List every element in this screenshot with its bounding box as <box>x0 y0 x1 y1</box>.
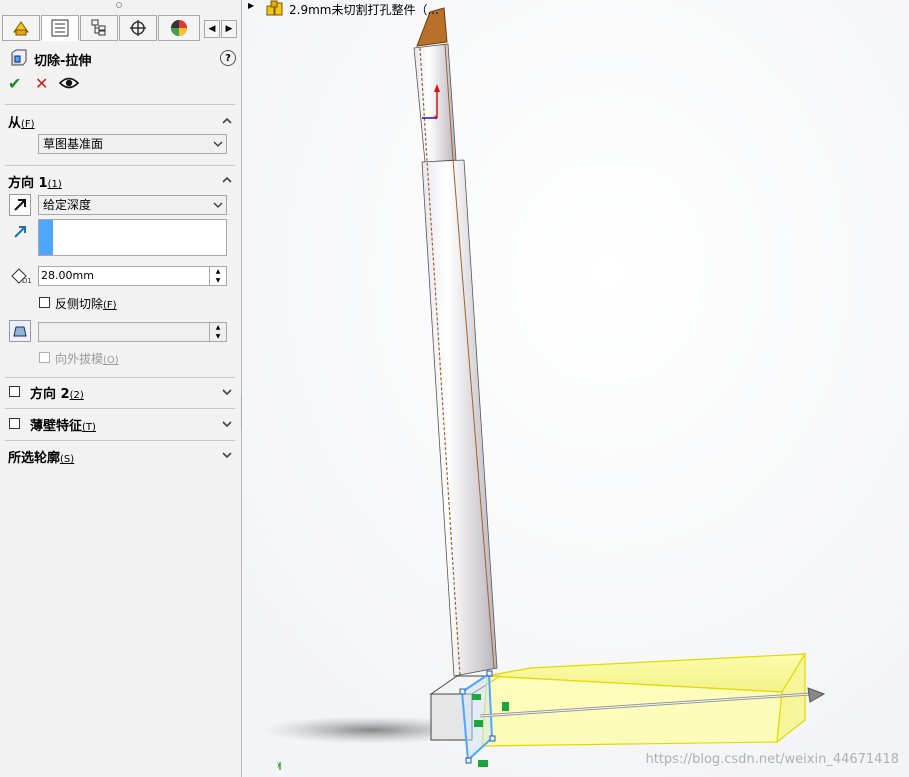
depth-input[interactable]: 28.00mm ▲ ▼ <box>38 266 227 286</box>
cut-extrude-preview[interactable] <box>481 651 807 747</box>
flip-side-label: 反侧切除(F) <box>55 297 117 311</box>
tab-display-manager[interactable] <box>158 15 200 41</box>
property-manager: ◀ ▶ 切除-拉伸 ? ✔ ✕ 从(F) 草图基准面 方向 1(1) 给定深度 <box>0 0 242 777</box>
relation-marker <box>472 694 481 700</box>
end-condition-value: 给定深度 <box>43 198 92 212</box>
direction-selection-box[interactable] <box>38 219 227 256</box>
divider <box>5 440 235 441</box>
chevron-down-icon <box>213 202 223 208</box>
sketch-point[interactable] <box>459 688 466 695</box>
divider <box>5 377 235 378</box>
selection-color-bar <box>39 220 53 255</box>
assembly-icon <box>266 0 283 16</box>
sketch-point[interactable] <box>489 735 496 742</box>
draft-outward-checkbox <box>39 352 50 363</box>
manager-tabs: ◀ ▶ <box>0 15 242 42</box>
preview-eye-icon[interactable] <box>59 76 79 90</box>
watermark-text: https://blog.csdn.net/weixin_44671418 <box>645 752 899 767</box>
graphics-viewport[interactable]: * y <box>242 0 909 777</box>
feature-tree-icon <box>13 21 29 36</box>
section-direction2-title[interactable]: 方向 2(2) <box>30 383 84 402</box>
relation-marker <box>502 702 509 711</box>
divider <box>5 165 235 166</box>
end-condition-select[interactable]: 给定深度 <box>38 195 227 215</box>
viewport-background <box>242 0 909 777</box>
divider <box>5 408 235 409</box>
reverse-arrow-icon <box>14 199 26 211</box>
from-start-value: 草图基准面 <box>43 137 104 151</box>
from-start-select[interactable]: 草图基准面 <box>38 134 227 154</box>
feature-title: 切除-拉伸 <box>34 54 92 69</box>
cut-extrude-icon <box>11 49 27 66</box>
assembly-name: 2.9mm未切割打孔整件（... <box>289 3 439 17</box>
chevron-down-icon <box>213 141 223 147</box>
crosshair-icon <box>130 20 146 36</box>
relation-marker <box>478 760 488 767</box>
appearance-pie-icon <box>171 20 187 36</box>
flip-side-checkbox[interactable] <box>39 297 50 308</box>
section-from-title[interactable]: 从(F) <box>8 112 35 131</box>
tabs-scroll-left[interactable]: ◀ <box>204 20 220 38</box>
tabs-scroll-right[interactable]: ▶ <box>221 20 237 38</box>
cancel-x-icon[interactable]: ✕ <box>35 75 48 93</box>
svg-text:D1: D1 <box>22 277 32 285</box>
reverse-direction-button[interactable] <box>9 194 31 216</box>
chevron-down-icon[interactable] <box>221 386 233 398</box>
section-thin-title[interactable]: 薄壁特征(T) <box>30 415 96 434</box>
section-contours-title[interactable]: 所选轮廓(S) <box>8 447 74 466</box>
tab-dimxpert-manager[interactable] <box>119 15 157 41</box>
sketch-point[interactable] <box>486 670 493 677</box>
spin-up-icon: ▲ <box>215 324 221 331</box>
relation-marker <box>474 720 483 727</box>
chevron-down-icon[interactable] <box>221 418 233 430</box>
draft-angle-input: ▲ ▼ <box>38 322 227 342</box>
svg-text:*: * <box>433 114 438 125</box>
panel-grip[interactable] <box>0 0 242 14</box>
direction2-checkbox[interactable] <box>9 386 20 397</box>
property-list-icon <box>51 19 69 37</box>
spin-up-icon[interactable]: ▲ <box>210 267 226 276</box>
svg-text:y: y <box>277 761 281 768</box>
chevron-up-icon[interactable] <box>221 115 233 127</box>
sketch-point[interactable] <box>465 757 472 764</box>
chevron-down-icon[interactable] <box>221 449 233 461</box>
configuration-icon <box>91 19 106 36</box>
section-direction1-title[interactable]: 方向 1(1) <box>8 172 62 191</box>
expand-arrow-icon[interactable]: ▶ <box>248 1 254 10</box>
spin-down-icon: ▼ <box>215 333 221 340</box>
draft-outward-label: 向外拔模(O) <box>55 352 119 366</box>
draft-icon <box>13 326 27 337</box>
depth-d1-icon: D1 <box>11 268 32 285</box>
depth-spinner[interactable]: ▲ ▼ <box>209 267 226 285</box>
ok-check-icon[interactable]: ✔ <box>8 75 21 93</box>
divider <box>5 104 235 105</box>
tab-feature-manager[interactable] <box>2 15 40 41</box>
help-icon[interactable]: ? <box>220 50 236 66</box>
tab-property-manager[interactable] <box>41 15 79 41</box>
direction-vector-icon <box>14 226 26 238</box>
feature-header: 切除-拉伸 ? <box>8 48 236 70</box>
draft-toggle-button[interactable] <box>9 320 31 342</box>
spin-down-icon[interactable]: ▼ <box>210 276 226 285</box>
tab-configuration-manager[interactable] <box>80 15 118 41</box>
thin-feature-checkbox[interactable] <box>9 418 20 429</box>
chevron-up-icon[interactable] <box>221 174 233 186</box>
